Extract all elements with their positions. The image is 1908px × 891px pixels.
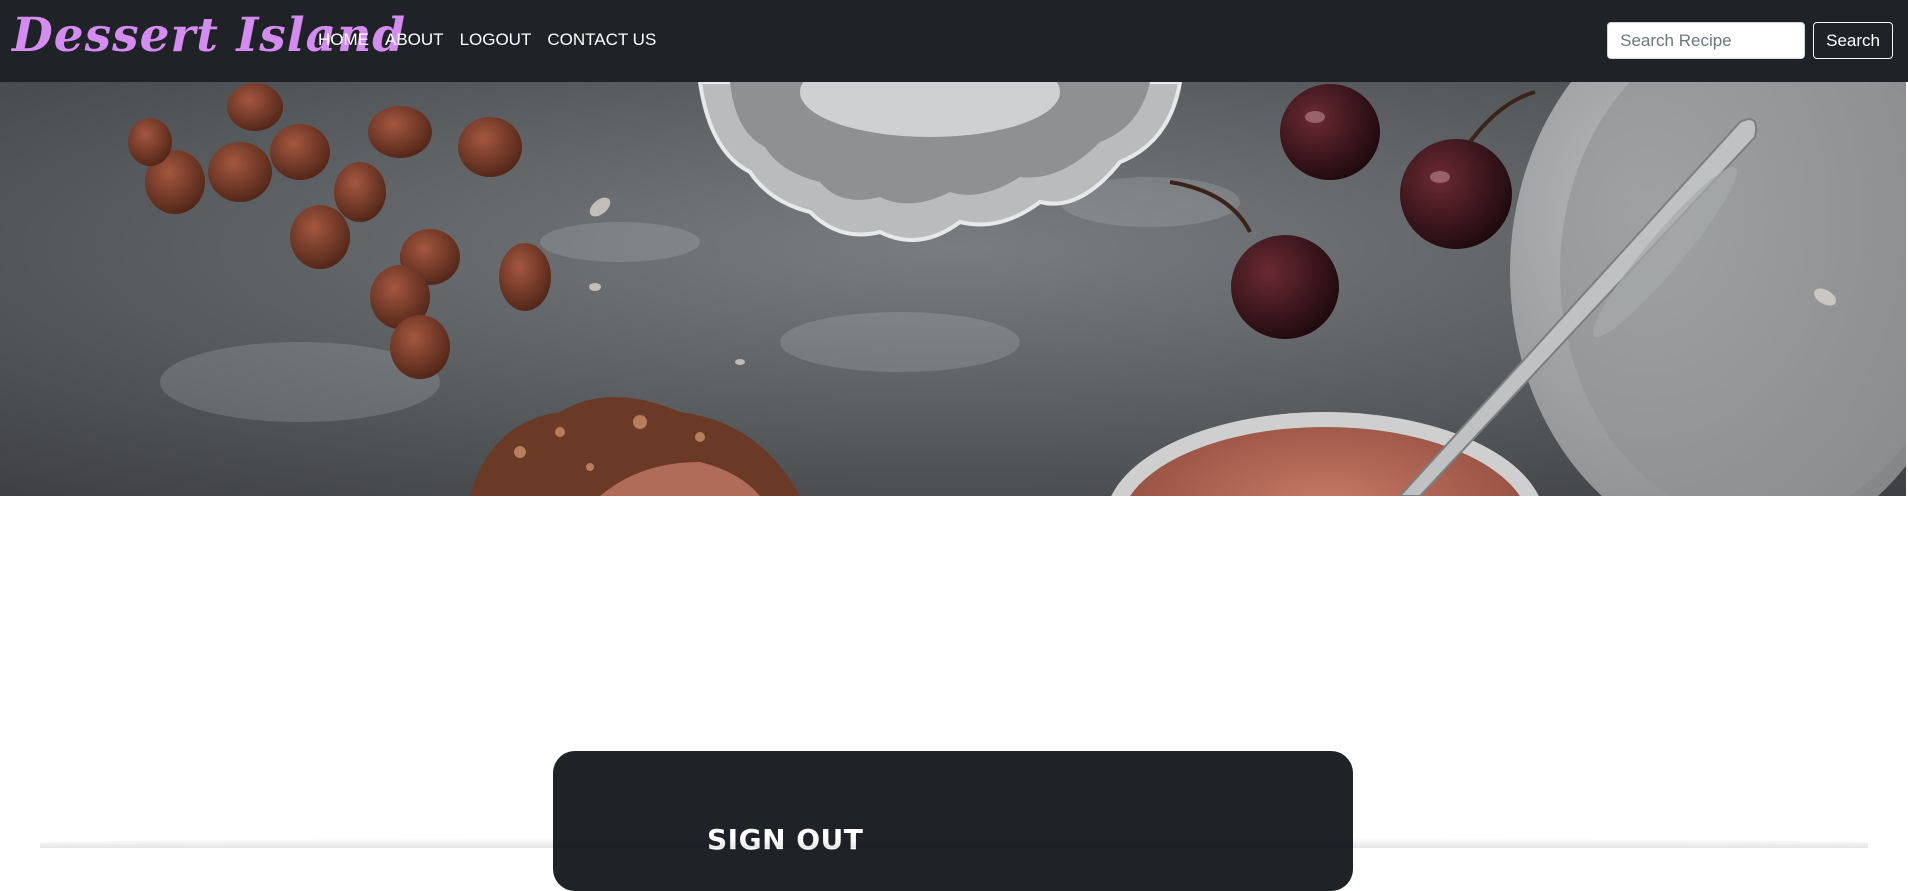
search-form: Search xyxy=(1607,22,1893,59)
bottom-shadow xyxy=(40,838,1868,848)
hero-dessert-photo xyxy=(0,82,1906,496)
sign-out-card: SIGN OUT xyxy=(553,751,1353,891)
search-input[interactable] xyxy=(1607,22,1806,59)
nav-item-about[interactable]: ABOUT xyxy=(385,28,444,52)
nav-links: HOME ABOUT LOGOUT CONTACT US xyxy=(318,28,672,52)
search-button[interactable]: Search xyxy=(1813,22,1893,59)
nav-item-contact-us[interactable]: CONTACT US xyxy=(547,28,656,52)
hero-banner-image xyxy=(0,82,1906,496)
nav-item-logout[interactable]: LOGOUT xyxy=(460,28,532,52)
top-navbar: Dessert Island HOME ABOUT LOGOUT CONTACT… xyxy=(0,0,1908,82)
nav-item-home[interactable]: HOME xyxy=(318,28,369,52)
